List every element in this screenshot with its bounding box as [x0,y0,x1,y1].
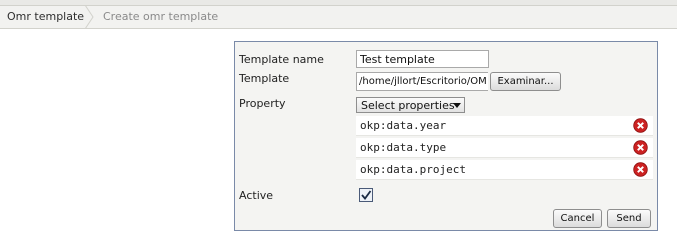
remove-circle-icon[interactable] [633,140,648,155]
property-row: okp:data.project [356,160,653,180]
property-row-label: okp:data.type [360,141,447,154]
template-file-path-input[interactable] [356,72,488,91]
create-template-form: Template name Template Examinar... Prope… [234,41,658,231]
checkmark-icon [361,190,372,200]
remove-circle-icon[interactable] [633,162,648,177]
property-select[interactable]: Select properties [356,97,465,113]
cancel-button[interactable]: Cancel [553,209,602,228]
property-row: okp:data.type [356,138,653,158]
remove-circle-icon[interactable] [633,118,648,133]
property-row: okp:data.year [356,116,653,136]
template-name-input[interactable] [356,50,489,68]
breadcrumb: Omr template Create omr template [0,5,677,29]
template-name-label: Template name [239,53,324,66]
send-button[interactable]: Send [607,209,651,228]
browse-button[interactable]: Examinar... [490,72,561,91]
breadcrumb-separator-icon [84,5,94,29]
property-select-value: Select properties [361,99,455,112]
breadcrumb-current: Create omr template [103,10,219,23]
active-checkbox[interactable] [359,188,373,202]
property-row-label: okp:data.project [360,163,466,176]
template-label: Template [239,72,290,85]
active-label: Active [239,189,274,202]
breadcrumb-home-link[interactable]: Omr template [7,10,84,23]
property-row-label: okp:data.year [360,119,447,132]
chevron-down-icon [453,103,461,108]
property-label: Property [239,97,286,110]
